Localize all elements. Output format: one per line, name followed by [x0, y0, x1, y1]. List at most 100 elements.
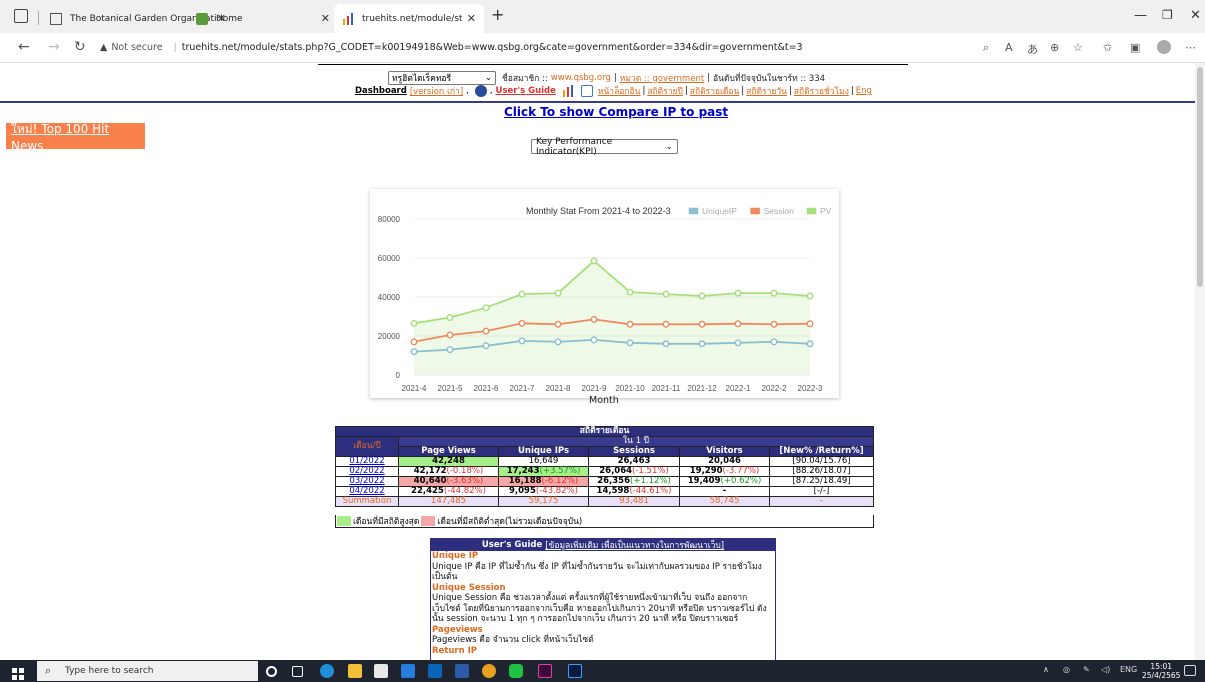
data-point-uniqueip[interactable]	[518, 337, 526, 345]
data-point-session[interactable]	[698, 320, 706, 328]
data-point-session[interactable]	[806, 320, 814, 328]
data-point-session[interactable]	[590, 315, 598, 323]
data-point-uniqueip[interactable]	[590, 336, 598, 344]
nav-link-login[interactable]: หน้าล็อกอิน	[598, 84, 641, 98]
collections-icon[interactable]: ▣	[1130, 41, 1140, 54]
close-icon[interactable]: ✕	[321, 12, 330, 25]
data-point-session[interactable]	[734, 320, 742, 328]
favorites-bar-icon[interactable]: ✩	[1103, 41, 1112, 54]
windows-start-icon[interactable]	[12, 665, 24, 680]
network-icon[interactable]: ◎	[1063, 665, 1070, 674]
nav-link-yearly[interactable]: สถิติรายปี	[647, 84, 683, 98]
chrome-icon[interactable]	[482, 664, 496, 678]
data-point-uniqueip[interactable]	[554, 338, 562, 346]
data-point-session[interactable]	[770, 320, 778, 328]
read-aloud-icon[interactable]: A	[1005, 41, 1013, 54]
data-point-uniqueip[interactable]	[734, 339, 742, 347]
profile-avatar[interactable]	[1157, 40, 1171, 54]
data-point-pv[interactable]	[734, 289, 742, 297]
tab-home[interactable]: Home ✕	[188, 4, 338, 33]
close-window-icon[interactable]: ✕	[1190, 8, 1201, 23]
data-point-pv[interactable]	[410, 319, 418, 327]
photoshop-icon[interactable]	[568, 664, 582, 678]
login-icon[interactable]	[580, 85, 593, 97]
cortana-icon[interactable]	[266, 666, 277, 677]
show-hidden-icon[interactable]: ∧	[1043, 665, 1049, 674]
notification-icon[interactable]	[1184, 665, 1196, 676]
nav-link-daily[interactable]: สถิติรายวัน	[746, 84, 787, 98]
data-point-session[interactable]	[446, 331, 454, 339]
data-point-session[interactable]	[482, 327, 490, 335]
data-point-pv[interactable]	[518, 290, 526, 298]
data-point-session[interactable]	[662, 320, 670, 328]
old-version-link[interactable]: [version เก่า]	[410, 84, 463, 98]
data-point-session[interactable]	[518, 319, 526, 327]
favorite-icon[interactable]: ☆	[1073, 41, 1083, 54]
store-icon[interactable]	[374, 664, 388, 678]
legend-label[interactable]: UniqueIP	[702, 206, 737, 216]
task-view-icon[interactable]	[292, 666, 303, 677]
data-point-pv[interactable]	[662, 290, 670, 298]
data-point-uniqueip[interactable]	[662, 340, 670, 348]
data-point-session[interactable]	[554, 320, 562, 328]
forward-icon[interactable]: →	[48, 39, 60, 55]
legend-label[interactable]: PV	[820, 206, 832, 216]
users-guide-link[interactable]: User's Guide	[496, 86, 556, 96]
data-point-uniqueip[interactable]	[446, 346, 454, 354]
line-icon[interactable]	[509, 664, 523, 678]
back-icon[interactable]: ←	[18, 39, 30, 55]
warning-icon[interactable]: ▲	[100, 42, 107, 53]
language-indicator[interactable]: ENG	[1120, 665, 1137, 674]
dreamweaver-icon[interactable]	[538, 664, 552, 678]
tab-actions-icon[interactable]	[14, 9, 28, 23]
volume-icon[interactable]: ◁)	[1101, 665, 1110, 674]
data-point-uniqueip[interactable]	[770, 338, 778, 346]
zoom-icon[interactable]: ⊕	[1050, 41, 1059, 54]
url-field[interactable]: ▲ Not secure | truehits.net/module/stats…	[100, 36, 975, 59]
data-point-uniqueip[interactable]	[806, 340, 814, 348]
outlook-icon[interactable]	[428, 664, 442, 678]
page-scrollbar[interactable]	[1195, 63, 1205, 660]
taskbar-clock[interactable]: 15:01 25/4/2565	[1142, 662, 1180, 680]
close-icon[interactable]: ✕	[467, 12, 476, 25]
refresh-icon[interactable]: ↻	[74, 39, 86, 55]
data-point-pv[interactable]	[554, 289, 562, 297]
data-point-pv[interactable]	[590, 257, 598, 265]
data-point-pv[interactable]	[482, 304, 490, 312]
kpi-select[interactable]: Key Performance Indicator(KPI) ⌄	[531, 137, 678, 157]
tab-truehits[interactable]: truehits.net/module/stats.php?G ✕	[334, 4, 484, 33]
url-text[interactable]: truehits.net/module/stats.php?G_CODET=k0…	[182, 42, 803, 53]
data-point-session[interactable]	[410, 338, 418, 346]
data-point-pv[interactable]	[806, 292, 814, 300]
mail-icon[interactable]	[401, 664, 415, 678]
guide-more-link[interactable]: [ข้อมูลเพิ่มเติม เพื่อเป็นแนวทางในการพัฒ…	[545, 539, 724, 552]
month-link[interactable]: 04/2022	[335, 486, 399, 497]
month-link[interactable]: 03/2022	[335, 476, 399, 487]
nav-link-hourly[interactable]: สถิติรายชั่วโมง	[794, 84, 849, 98]
data-point-pv[interactable]	[770, 289, 778, 297]
month-link[interactable]: 02/2022	[335, 466, 399, 477]
data-point-pv[interactable]	[698, 292, 706, 300]
maximize-icon[interactable]: ❐	[1162, 8, 1173, 22]
taskbar-search-input[interactable]: ⌕ Type here to search	[37, 661, 258, 681]
data-point-session[interactable]	[626, 320, 634, 328]
data-point-uniqueip[interactable]	[410, 348, 418, 356]
translate-icon[interactable]: あ	[1027, 41, 1038, 57]
minimize-icon[interactable]: —	[1134, 8, 1147, 23]
bar-chart-icon[interactable]	[562, 85, 574, 97]
pen-icon[interactable]: ✎	[1083, 665, 1090, 674]
data-point-pv[interactable]	[446, 313, 454, 321]
data-point-pv[interactable]	[626, 288, 634, 296]
dashboard-link[interactable]: Dashboard	[355, 86, 407, 96]
new-tab-button[interactable]: +	[491, 5, 504, 24]
search-page-icon[interactable]: ⌕	[983, 41, 989, 55]
legend-label[interactable]: Session	[764, 206, 795, 216]
word-icon[interactable]	[455, 664, 469, 678]
help-icon[interactable]	[474, 85, 487, 97]
month-link[interactable]: 01/2022	[335, 456, 399, 467]
data-point-uniqueip[interactable]	[482, 342, 490, 350]
data-point-uniqueip[interactable]	[698, 340, 706, 348]
nav-link-english[interactable]: Eng	[856, 86, 872, 96]
data-point-uniqueip[interactable]	[626, 339, 634, 347]
file-explorer-icon[interactable]	[348, 664, 362, 678]
